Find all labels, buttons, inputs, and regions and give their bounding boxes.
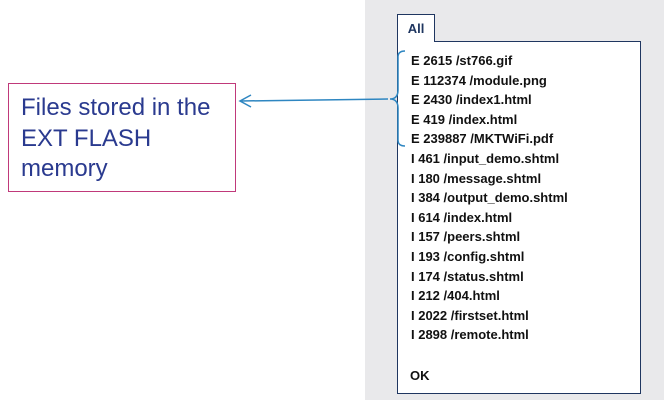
tab-all[interactable]: All [397, 14, 435, 42]
file-list-item: E 419 /index.html [411, 111, 518, 127]
file-list-item: E 2430 /index1.html [411, 92, 532, 108]
callout-text: Files stored in the EXT FLASH memory [21, 94, 211, 182]
file-list-item: I 212 /404.html [411, 288, 500, 304]
file-list-item: I 174 /status.shtml [411, 268, 524, 284]
file-list-item: I 2898 /remote.html [411, 327, 529, 343]
file-list-item: E 239887 /MKTWiFi.pdf [411, 131, 554, 147]
file-list-item: I 193 /config.shtml [411, 248, 525, 264]
ok-button[interactable]: OK [410, 368, 430, 383]
file-list-item: I 614 /index.html [411, 209, 513, 225]
screenshot-root: All E 2615 /st766.gif E 112374 /module.pn… [0, 0, 664, 400]
file-list-item: I 461 /input_demo.shtml [411, 150, 560, 166]
file-list-item: E 112374 /module.png [411, 72, 547, 88]
file-list: E 2615 /st766.gif E 112374 /module.png E 2… [411, 51, 568, 345]
file-list-item: I 2022 /firstset.html [411, 307, 529, 323]
callout-arrow-head [238, 94, 252, 108]
file-listbox: E 2615 /st766.gif E 112374 /module.png E 2… [397, 41, 641, 394]
file-list-item: I 180 /message.shtml [411, 170, 542, 186]
file-list-item: E 2615 /st766.gif [411, 53, 513, 68]
callout-box: Files stored in the EXT FLASH memory [8, 83, 236, 192]
file-list-item: I 384 /output_demo.shtml [411, 190, 568, 206]
file-list-item: I 157 /peers.shtml [411, 229, 521, 245]
